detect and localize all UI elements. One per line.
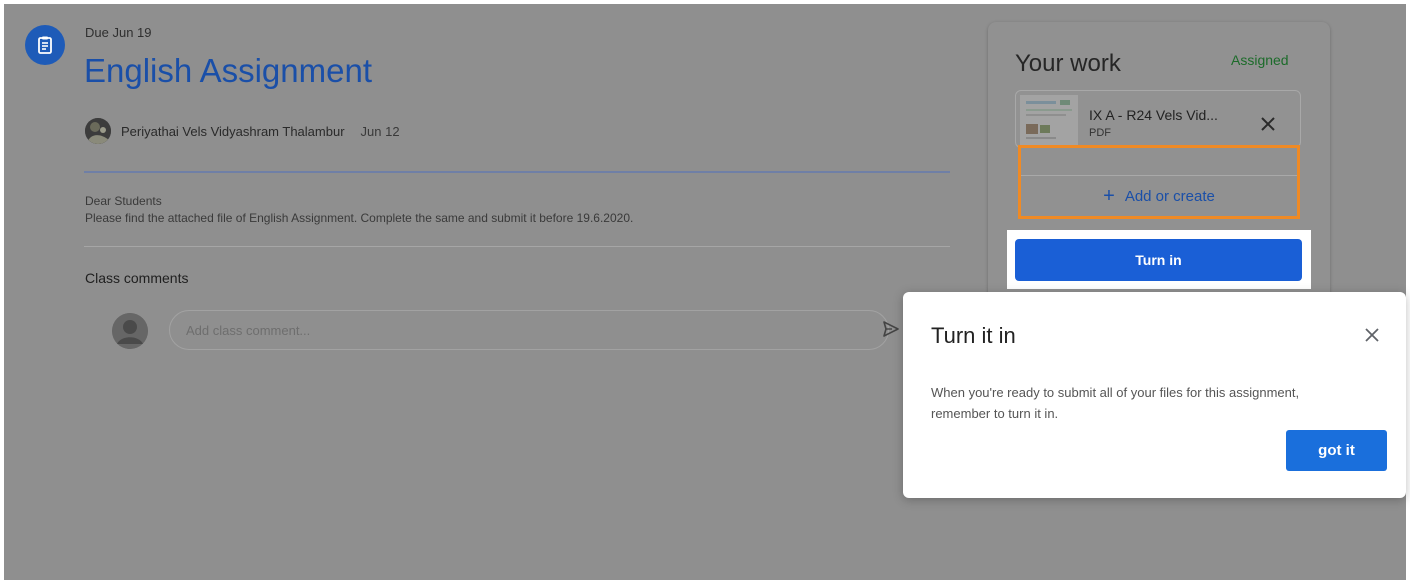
- attachment-thumbnail: [1020, 95, 1078, 145]
- turn-in-button[interactable]: Turn in: [1015, 239, 1302, 281]
- author-avatar: [85, 118, 111, 144]
- turn-it-in-popover: Turn it in When you're ready to submit a…: [903, 292, 1406, 498]
- due-date: Due Jun 19: [85, 25, 152, 40]
- user-avatar: [112, 313, 148, 349]
- got-it-button[interactable]: got it: [1286, 430, 1387, 471]
- class-comments-heading: Class comments: [85, 270, 189, 286]
- plus-icon: +: [1103, 185, 1115, 207]
- frame-border-top: [0, 0, 1410, 4]
- add-or-create-label: Add or create: [1124, 187, 1215, 205]
- description-line-2: Please find the attached file of English…: [85, 211, 634, 225]
- class-comment-input[interactable]: [169, 310, 889, 350]
- author-name: Periyathai Vels Vidyashram Thalambur: [121, 123, 345, 139]
- popover-body-line-1: When you're ready to submit all of your …: [931, 385, 1300, 400]
- attachment-type: PDF: [1089, 127, 1111, 139]
- post-date: Jun 12: [360, 123, 400, 139]
- title-divider: [84, 171, 950, 173]
- assignment-title: English Assignment: [84, 52, 372, 89]
- frame-border-left: [0, 0, 4, 580]
- popover-body-line-2: remember to turn it in.: [931, 406, 1059, 421]
- popover-close-icon[interactable]: [1359, 322, 1385, 348]
- remove-attachment-close-icon[interactable]: [1256, 112, 1280, 136]
- author-row: Periyathai Vels Vidyashram Thalambur Jun…: [85, 117, 400, 145]
- frame-border-right: [1406, 0, 1410, 580]
- your-work-title: Your work: [1015, 50, 1121, 77]
- attachment-name: IX A - R24 Vels Vid...: [1089, 107, 1218, 123]
- description-divider: [84, 246, 950, 247]
- assignment-status: Assigned: [1231, 52, 1289, 68]
- description-line-1: Dear Students: [85, 194, 162, 208]
- send-icon[interactable]: [882, 320, 900, 343]
- popover-title: Turn it in: [931, 323, 1016, 348]
- classroom-page: Due Jun 19 English Assignment Periyathai…: [0, 0, 1410, 580]
- assignment-icon: [25, 25, 65, 65]
- add-or-create-button[interactable]: + Add or create: [1021, 176, 1297, 216]
